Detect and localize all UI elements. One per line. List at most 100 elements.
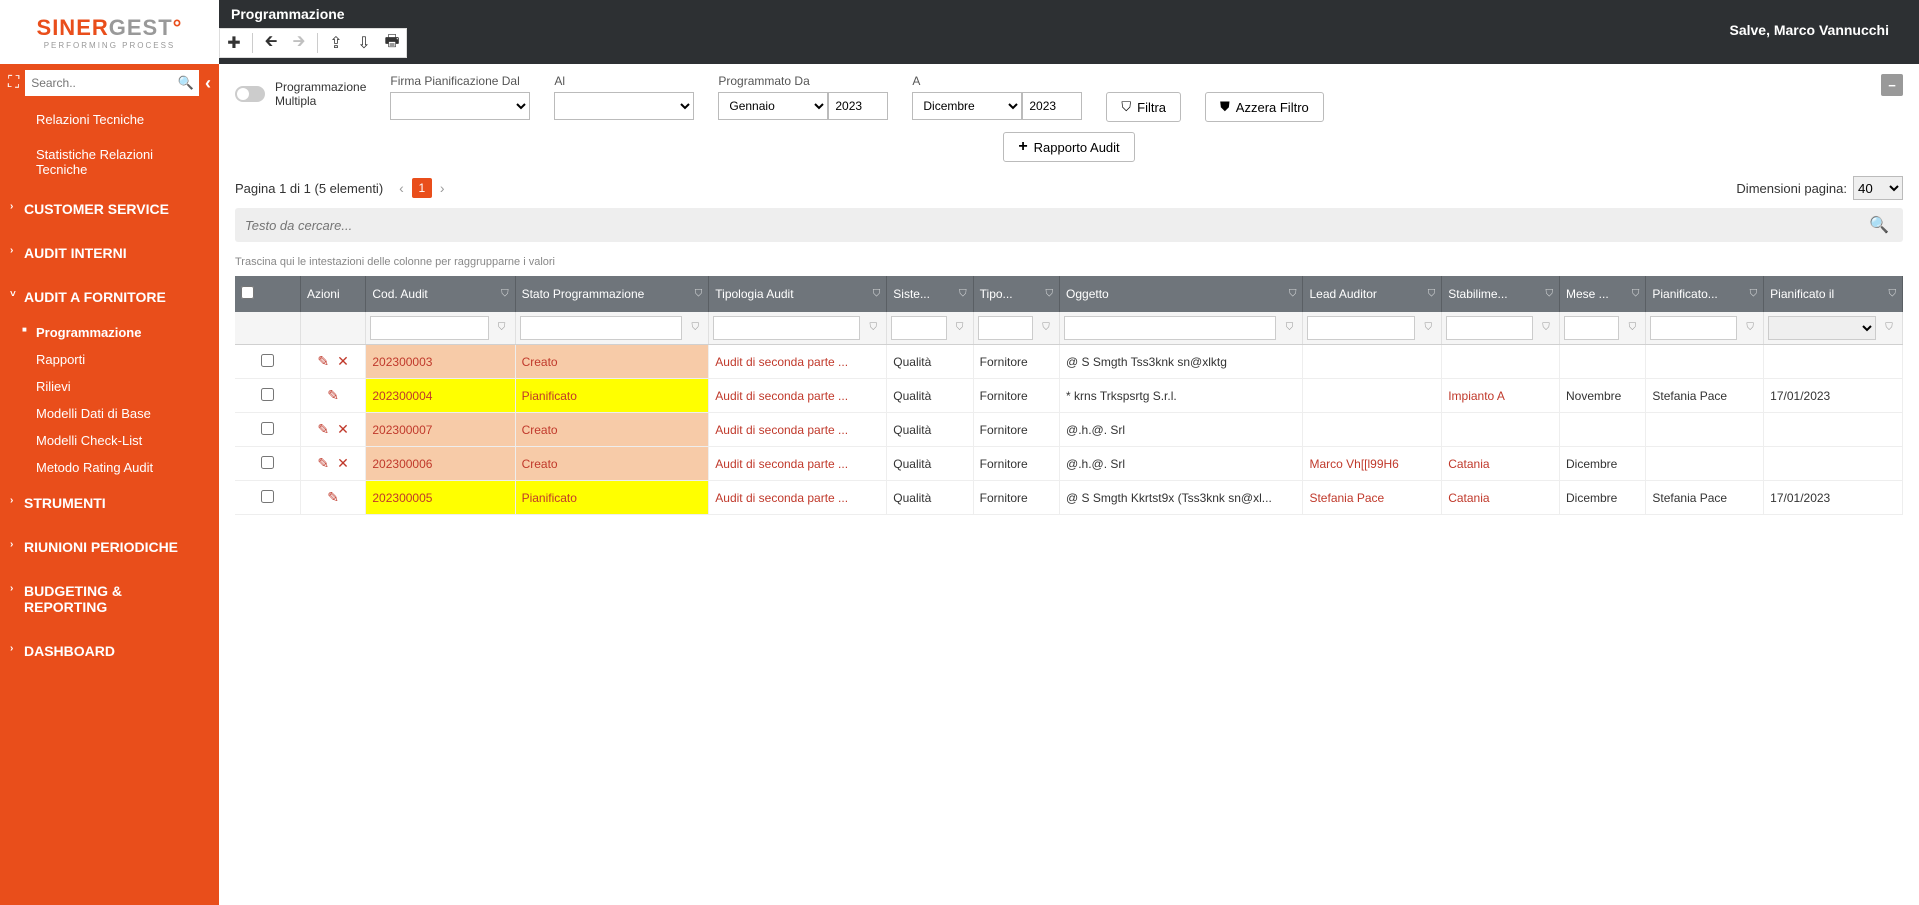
filter-icon[interactable]: ⛉ xyxy=(1046,289,1054,300)
pager-current[interactable]: 1 xyxy=(412,178,432,198)
pager-next-icon[interactable]: › xyxy=(440,180,445,196)
col-mese[interactable]: Mese ...⛉ xyxy=(1560,276,1646,312)
col-stato[interactable]: Stato Programmazione⛉ xyxy=(515,276,709,312)
delete-icon[interactable]: ✕ xyxy=(337,455,349,472)
cell[interactable]: 202300007 xyxy=(366,413,515,447)
sidebar-item[interactable]: ›CUSTOMER SERVICE xyxy=(0,187,219,231)
filter-lead[interactable] xyxy=(1307,316,1415,340)
reset-filter-button[interactable]: ⛊Azzera Filtro xyxy=(1205,92,1324,122)
col-pianificato-il[interactable]: Pianificato il⛉ xyxy=(1764,276,1903,312)
back-button[interactable]: 🡰 xyxy=(257,29,285,57)
edit-icon[interactable]: ✎ xyxy=(327,387,339,404)
delete-icon[interactable]: ✕ xyxy=(337,353,349,370)
filter-icon[interactable]: ⛉ xyxy=(1623,316,1641,340)
filter-icon[interactable]: ⛉ xyxy=(1537,316,1555,340)
edit-icon[interactable]: ✎ xyxy=(327,489,339,506)
forward-button[interactable]: 🡲 xyxy=(285,29,313,57)
filter-icon[interactable]: ⛉ xyxy=(695,289,703,300)
filter-icon[interactable]: ⛉ xyxy=(1428,289,1436,300)
filter-icon[interactable]: ⛉ xyxy=(1889,289,1897,300)
cell[interactable]: Catania xyxy=(1442,481,1560,515)
firma-dal-input[interactable] xyxy=(390,92,530,120)
sidebar-item[interactable]: ›DASHBOARD xyxy=(0,629,219,673)
a-month[interactable]: Dicembre xyxy=(912,92,1022,120)
panel-collapse-icon[interactable]: − xyxy=(1881,74,1903,96)
col-stabilimento[interactable]: Stabilime...⛉ xyxy=(1442,276,1560,312)
filter-icon[interactable]: ⛉ xyxy=(1741,316,1759,340)
filter-button[interactable]: ⛉Filtra xyxy=(1106,92,1181,122)
filter-pianil[interactable] xyxy=(1768,316,1876,340)
fullscreen-icon[interactable]: ⛶ xyxy=(8,74,19,92)
edit-icon[interactable]: ✎ xyxy=(317,421,329,438)
search-icon[interactable]: 🔍 xyxy=(173,70,199,96)
col-tipologia[interactable]: Tipologia Audit⛉ xyxy=(709,276,887,312)
col-oggetto[interactable]: Oggetto⛉ xyxy=(1060,276,1303,312)
sidebar-item[interactable]: ›AUDIT INTERNI xyxy=(0,231,219,275)
filter-icon[interactable]: ⛉ xyxy=(1546,289,1554,300)
cell[interactable]: Audit di seconda parte ... xyxy=(709,379,887,413)
filter-pian[interactable] xyxy=(1650,316,1737,340)
filter-sistema[interactable] xyxy=(891,316,946,340)
filter-oggetto[interactable] xyxy=(1064,316,1276,340)
pager-prev-icon[interactable]: ‹ xyxy=(399,180,404,196)
print-button[interactable]: 🖶 xyxy=(378,29,406,57)
filter-icon[interactable]: ⛉ xyxy=(1289,289,1297,300)
filter-icon[interactable]: ⛉ xyxy=(959,289,967,300)
filter-icon[interactable]: ⛉ xyxy=(864,316,882,340)
filter-stato[interactable] xyxy=(520,316,683,340)
filter-icon[interactable]: ⛉ xyxy=(1632,289,1640,300)
cell[interactable]: Audit di seconda parte ... xyxy=(709,481,887,515)
filter-icon[interactable]: ⛉ xyxy=(873,289,881,300)
col-pianificato[interactable]: Pianificato...⛉ xyxy=(1646,276,1764,312)
prog-da-year[interactable] xyxy=(828,92,888,120)
filter-icon[interactable]: ⛉ xyxy=(1037,316,1055,340)
sidebar-search-input[interactable] xyxy=(25,70,193,96)
col-cod-audit[interactable]: Cod. Audit⛉ xyxy=(366,276,515,312)
filter-cod[interactable] xyxy=(370,316,488,340)
sidebar-subitem[interactable]: Statistiche Relazioni Tecniche xyxy=(0,137,219,187)
prog-da-month[interactable]: Gennaio xyxy=(718,92,828,120)
cell[interactable]: Catania xyxy=(1442,447,1560,481)
filter-tipologia[interactable] xyxy=(713,316,860,340)
filter-tipo[interactable] xyxy=(978,316,1033,340)
sidebar-subitem[interactable]: Modelli Dati di Base xyxy=(0,400,219,427)
col-tipo[interactable]: Tipo...⛉ xyxy=(973,276,1059,312)
table-search-input[interactable] xyxy=(241,212,1861,238)
sidebar-subitem[interactable]: Relazioni Tecniche xyxy=(0,102,219,137)
cell[interactable]: 202300005 xyxy=(366,481,515,515)
sidebar-subitem[interactable]: Metodo Rating Audit xyxy=(0,454,219,481)
row-checkbox[interactable] xyxy=(261,354,274,367)
cell[interactable]: Audit di seconda parte ... xyxy=(709,345,887,379)
import-button[interactable]: ⇪ xyxy=(322,29,350,57)
select-all-checkbox[interactable] xyxy=(241,286,254,299)
filter-icon[interactable]: ⛉ xyxy=(501,289,509,300)
cell[interactable]: Marco Vh[[l99H6 xyxy=(1303,447,1442,481)
filter-icon[interactable]: ⛉ xyxy=(1419,316,1437,340)
cell[interactable]: 202300003 xyxy=(366,345,515,379)
cell[interactable]: Audit di seconda parte ... xyxy=(709,447,887,481)
al-input[interactable] xyxy=(554,92,694,120)
sidebar-subitem[interactable]: Rapporti xyxy=(0,346,219,373)
row-checkbox[interactable] xyxy=(261,388,274,401)
cell[interactable]: 202300004 xyxy=(366,379,515,413)
filter-icon[interactable]: ⛉ xyxy=(1750,289,1758,300)
sidebar-subitem[interactable]: Modelli Check-List xyxy=(0,427,219,454)
row-checkbox[interactable] xyxy=(261,422,274,435)
col-sistema[interactable]: Siste...⛉ xyxy=(887,276,973,312)
table-search-icon[interactable]: 🔍 xyxy=(1861,215,1897,235)
sidebar-item[interactable]: ›RIUNIONI PERIODICHE xyxy=(0,525,219,569)
export-button[interactable]: ⇩ xyxy=(350,29,378,57)
row-checkbox[interactable] xyxy=(261,490,274,503)
multi-prog-toggle[interactable] xyxy=(235,86,265,102)
filter-icon[interactable]: ⛉ xyxy=(493,316,511,340)
filter-mese[interactable] xyxy=(1564,316,1619,340)
a-year[interactable] xyxy=(1022,92,1082,120)
cell[interactable]: Impianto A xyxy=(1442,379,1560,413)
cell[interactable]: 202300006 xyxy=(366,447,515,481)
delete-icon[interactable]: ✕ xyxy=(337,421,349,438)
row-checkbox[interactable] xyxy=(261,456,274,469)
cell[interactable]: Audit di seconda parte ... xyxy=(709,413,887,447)
edit-icon[interactable]: ✎ xyxy=(317,353,329,370)
page-size-select[interactable]: 40 xyxy=(1853,176,1903,200)
cell[interactable]: Stefania Pace xyxy=(1303,481,1442,515)
